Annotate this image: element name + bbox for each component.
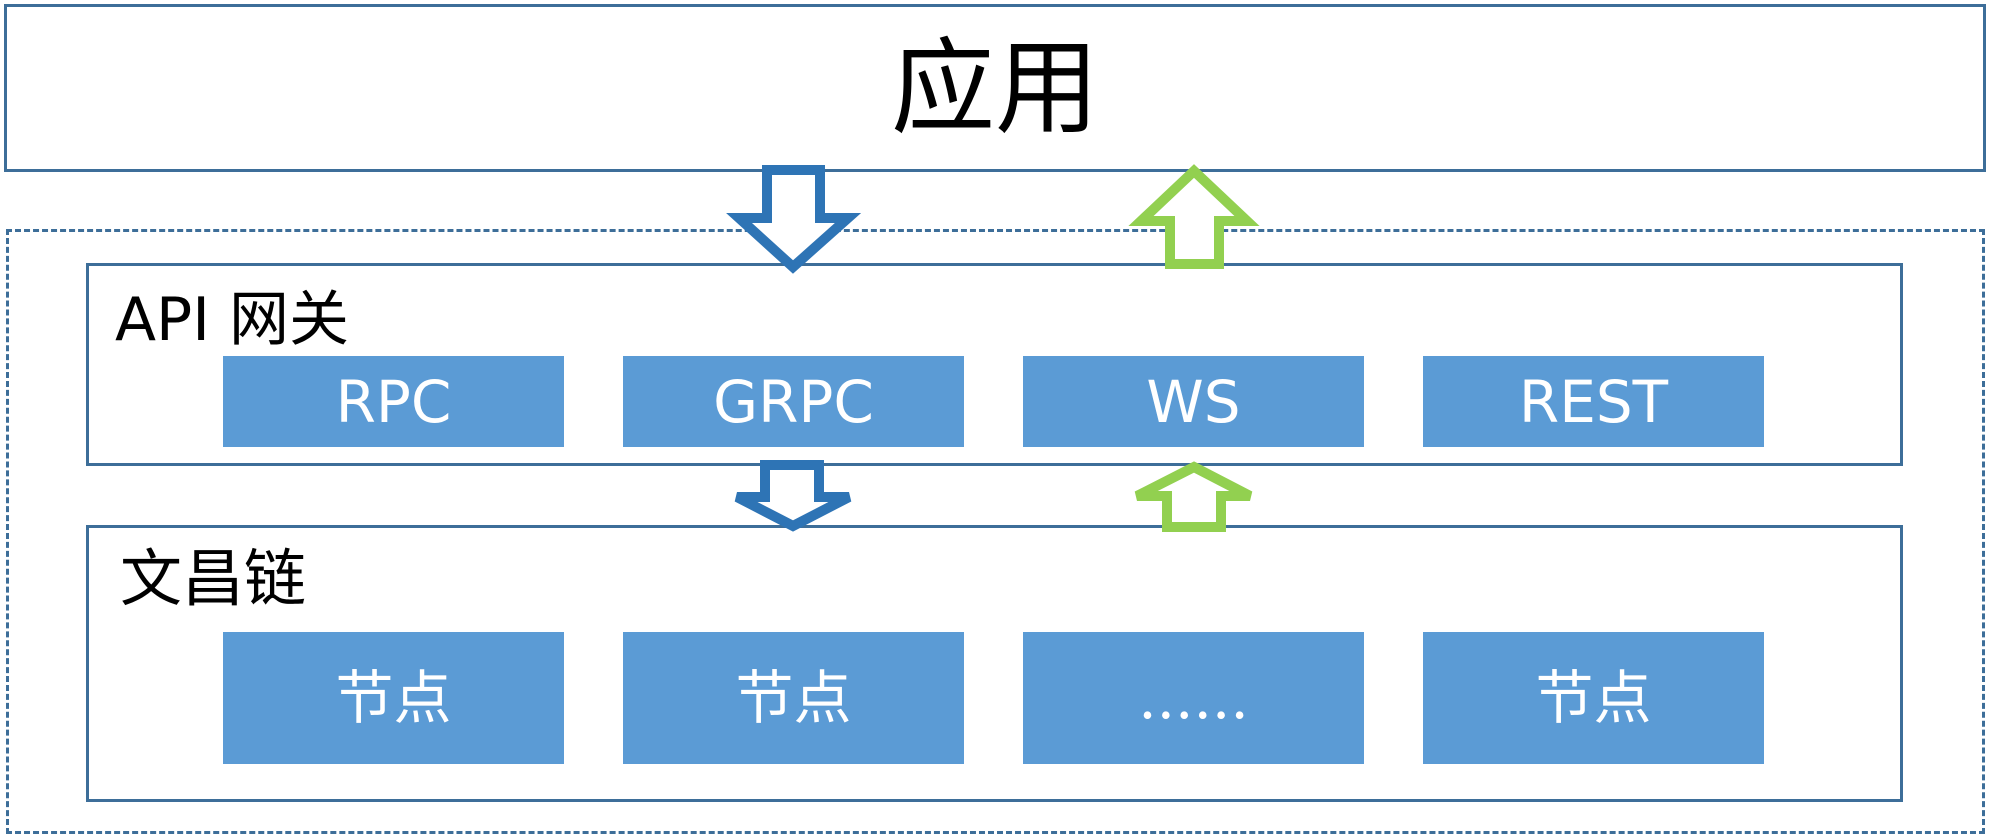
- protocol-rpc: RPC: [223, 356, 564, 447]
- app-layer: 应用: [4, 4, 1986, 172]
- protocol-ws: WS: [1023, 356, 1364, 447]
- api-gateway-title: API 网关: [115, 285, 349, 355]
- chain-node: 节点: [223, 632, 564, 764]
- chain-node: 节点: [623, 632, 964, 764]
- chain-node-ellipsis: ......: [1023, 632, 1364, 764]
- protocol-grpc: GRPC: [623, 356, 964, 447]
- chain-title: 文昌链: [120, 542, 307, 615]
- protocol-rest: REST: [1423, 356, 1764, 447]
- architecture-diagram: 应用 API 网关 RPC GRPC WS REST 文昌链 节点 节点 ...…: [0, 0, 1990, 838]
- app-title: 应用: [890, 27, 1099, 149]
- chain-node: 节点: [1423, 632, 1764, 764]
